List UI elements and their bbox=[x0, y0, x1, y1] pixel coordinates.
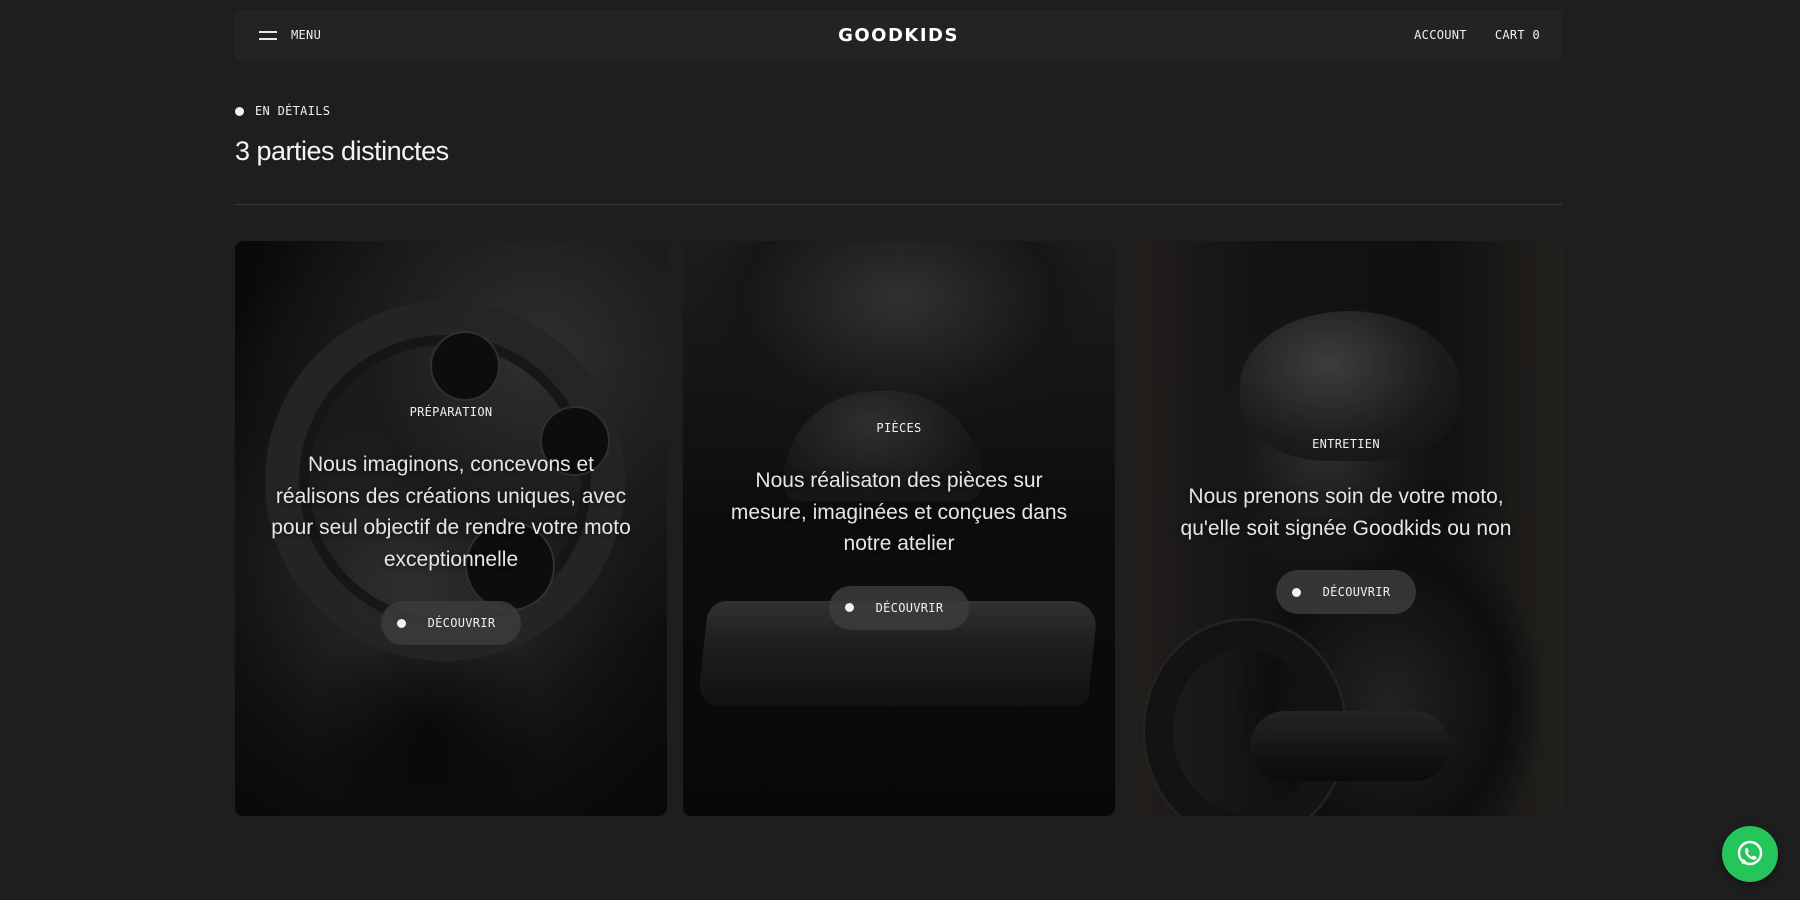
menu-button[interactable]: MENU bbox=[259, 28, 321, 42]
top-header: MENU GOODKIDS ACCOUNT CART 0 bbox=[235, 10, 1562, 60]
card-pieces[interactable]: PIÈCES Nous réalisaton des pièces sur me… bbox=[683, 241, 1115, 816]
dot-icon bbox=[844, 603, 854, 612]
card-content: ENTRETIEN Nous prenons soin de votre mot… bbox=[1130, 437, 1562, 614]
hamburger-icon bbox=[259, 30, 277, 40]
discover-label: DÉCOUVRIR bbox=[875, 600, 944, 615]
card-content: PRÉPARATION Nous imaginons, concevons et… bbox=[235, 405, 667, 645]
discover-label: DÉCOUVRIR bbox=[1322, 585, 1391, 599]
dot-icon bbox=[396, 618, 406, 628]
section-eyebrow: EN DÉTAILS bbox=[235, 104, 330, 118]
card-entretien[interactable]: ENTRETIEN Nous prenons soin de votre mot… bbox=[1130, 241, 1562, 816]
whatsapp-icon bbox=[1737, 840, 1763, 866]
discover-button[interactable]: DÉCOUVRIR bbox=[1275, 570, 1417, 614]
section-title: 3 parties distinctes bbox=[235, 136, 449, 166]
section-divider bbox=[235, 204, 1562, 205]
whatsapp-button[interactable] bbox=[1722, 826, 1778, 882]
account-link[interactable]: ACCOUNT bbox=[1414, 28, 1467, 42]
page: MENU GOODKIDS ACCOUNT CART 0 EN DÉTAILS … bbox=[0, 0, 1800, 900]
discover-label: DÉCOUVRIR bbox=[427, 616, 496, 630]
dot-icon bbox=[1291, 587, 1301, 597]
eyebrow-label: EN DÉTAILS bbox=[255, 104, 331, 118]
card-label: PRÉPARATION bbox=[409, 405, 493, 419]
card-label: ENTRETIEN bbox=[1312, 437, 1380, 451]
menu-label: MENU bbox=[291, 28, 322, 42]
card-description: Nous réalisaton des pièces sur mesure, i… bbox=[730, 469, 1068, 555]
card-description: Nous prenons soin de votre moto, qu'elle… bbox=[1180, 485, 1512, 540]
site-logo[interactable]: GOODKIDS bbox=[838, 25, 959, 46]
card-preparation[interactable]: PRÉPARATION Nous imaginons, concevons et… bbox=[235, 241, 667, 816]
card-label: PIÈCES bbox=[876, 421, 922, 435]
discover-button[interactable]: DÉCOUVRIR bbox=[380, 601, 522, 645]
card-description: Nous imaginons, concevons et réalisons d… bbox=[271, 453, 631, 571]
discover-button[interactable]: DÉCOUVRIR bbox=[828, 585, 970, 630]
card-content: PIÈCES Nous réalisaton des pièces sur me… bbox=[683, 421, 1115, 630]
cart-link[interactable]: CART 0 bbox=[1495, 28, 1540, 42]
dot-icon bbox=[235, 106, 244, 116]
header-actions: ACCOUNT CART 0 bbox=[1414, 28, 1540, 42]
